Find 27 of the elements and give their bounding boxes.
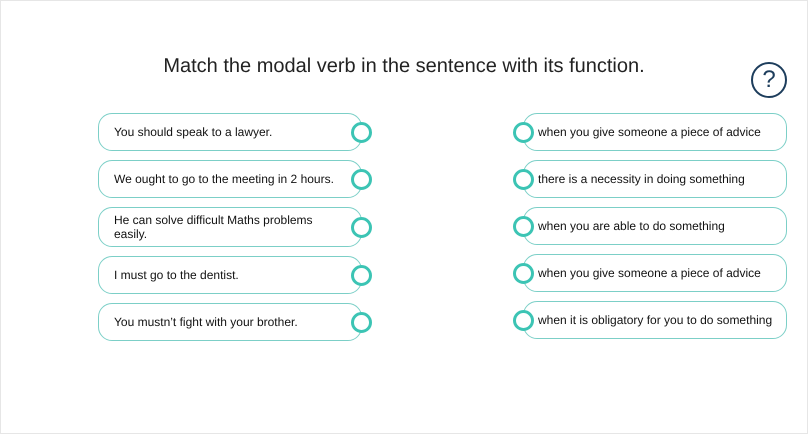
function-card[interactable]: when you are able to do something bbox=[523, 207, 787, 245]
instruction-title: Match the modal verb in the sentence with its function. bbox=[162, 54, 646, 78]
function-text: when you give someone a piece of advice bbox=[538, 266, 761, 280]
function-text: when you give someone a piece of advice bbox=[538, 125, 761, 139]
function-card[interactable]: there is a necessity in doing something bbox=[523, 160, 787, 198]
function-card[interactable]: when it is obligatory for you to do something bbox=[523, 301, 787, 339]
sentence-text: He can solve difficult Maths problems easily. bbox=[114, 213, 314, 241]
connector-handle[interactable] bbox=[513, 216, 534, 236]
help-button[interactable]: ? bbox=[751, 62, 787, 98]
sentence-text: I must go to the dentist. bbox=[114, 268, 239, 282]
connector-handle[interactable] bbox=[513, 122, 534, 142]
connector-handle[interactable] bbox=[351, 168, 372, 190]
function-text: there is a necessity in doing something bbox=[538, 172, 745, 186]
connector-handle[interactable] bbox=[351, 216, 372, 238]
connector-handle[interactable] bbox=[513, 168, 534, 190]
connector-handle[interactable] bbox=[513, 262, 534, 284]
connector-handle[interactable] bbox=[351, 122, 372, 142]
function-text: when it is obligatory for you to do something bbox=[538, 313, 772, 327]
connector-handle[interactable] bbox=[351, 264, 372, 286]
function-card[interactable]: when you give someone a piece of advice bbox=[523, 254, 787, 292]
sentence-text: You should speak to a lawyer. bbox=[114, 125, 272, 139]
function-text: when you are able to do something bbox=[538, 219, 725, 233]
connector-handle[interactable] bbox=[351, 312, 372, 332]
sentence-text: We ought to go to the meeting in 2 hours. bbox=[114, 172, 334, 186]
connector-handle[interactable] bbox=[513, 310, 534, 330]
sentence-text: You mustn’t fight with your brother. bbox=[114, 315, 298, 329]
function-card[interactable]: when you give someone a piece of advice bbox=[523, 113, 787, 151]
